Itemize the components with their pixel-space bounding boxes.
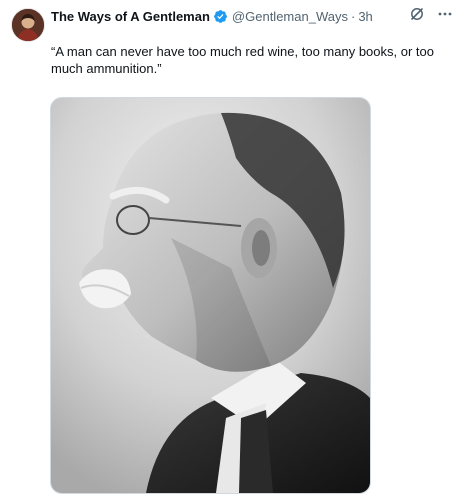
user-handle[interactable]: @Gentleman_Ways	[232, 9, 348, 24]
display-name[interactable]: The Ways of A Gentleman	[51, 9, 210, 24]
quote-text: “A man can never have too much red wine,…	[51, 44, 434, 76]
verified-badge-icon	[213, 9, 228, 24]
tweet-actions	[409, 6, 453, 22]
tweet-timestamp[interactable]: 3h	[358, 9, 372, 24]
tweet[interactable]: The Ways of A Gentleman @Gentleman_Ways …	[0, 0, 463, 500]
avatar[interactable]	[11, 8, 45, 42]
grok-icon[interactable]	[409, 6, 425, 22]
more-options-icon[interactable]	[437, 6, 453, 22]
tweet-header: The Ways of A Gentleman @Gentleman_Ways …	[51, 6, 373, 26]
separator-dot: ·	[350, 8, 356, 24]
tweet-image[interactable]	[50, 97, 371, 494]
